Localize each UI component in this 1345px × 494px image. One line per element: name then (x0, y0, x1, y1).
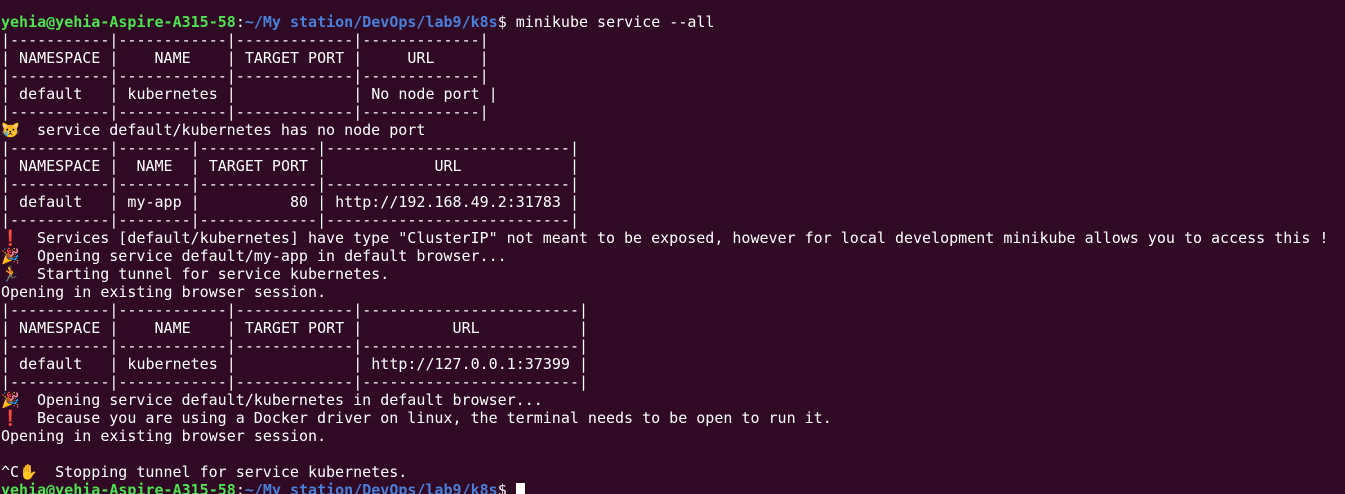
table-1-border-bottom: |-----------|------------|-------------|… (1, 103, 489, 121)
prompt-line[interactable]: yehia@yehia-Aspire-A315-58:~/My station/… (1, 481, 1328, 494)
message-text: Starting tunnel for service kubernetes. (28, 265, 390, 283)
table-2-row: | default | my-app | 80 | http://192.168… (1, 193, 579, 211)
command-text: minikube service --all (506, 13, 715, 31)
message-line: 😿 service default/kubernetes has no node… (1, 121, 1328, 139)
table-3-border-top: |-----------|------------|-------------|… (1, 301, 588, 319)
table-1-border-top: |-----------|------------|-------------|… (1, 31, 489, 49)
message-line: ❗ Because you are using a Docker driver … (1, 409, 1328, 427)
prompt-user-host: yehia@yehia-Aspire-A315-58 (1, 481, 236, 494)
table-2-header: | NAMESPACE | NAME | TARGET PORT | URL | (1, 157, 579, 175)
raised-hand-icon: ✋ (19, 463, 38, 481)
table-3-row: | default | kubernetes | | http://127.0.… (1, 355, 588, 373)
table-3-header: | NAMESPACE | NAME | TARGET PORT | URL | (1, 319, 588, 337)
prompt-line: yehia@yehia-Aspire-A315-58:~/My station/… (1, 13, 715, 31)
party-popper-icon: 🎉 (1, 391, 20, 409)
prompt-symbol: $ (497, 481, 507, 494)
table-2-border-top: |-----------|--------|-------------|----… (1, 139, 579, 157)
message-line: 🎉 Opening service default/kubernetes in … (1, 391, 1328, 409)
table-1-header: | NAMESPACE | NAME | TARGET PORT | URL | (1, 49, 489, 67)
message-line: 🏃 Starting tunnel for service kubernetes… (1, 265, 1328, 283)
ctrl-c-text: ^C (1, 463, 20, 481)
exclamation-icon: ❗ (1, 229, 20, 247)
table-1-border-mid: |-----------|------------|-------------|… (1, 67, 489, 85)
message-text: service default/kubernetes has no node p… (28, 121, 426, 139)
prompt-path: ~/My station/DevOps/lab9/k8s (244, 13, 498, 31)
party-popper-icon: 🎉 (1, 247, 20, 265)
message-line: Opening in existing browser session. (1, 283, 327, 301)
table-1-row: | default | kubernetes | | No node port … (1, 85, 498, 103)
table-3-border-mid: |-----------|------------|-------------|… (1, 337, 588, 355)
message-line: ^C✋ Stopping tunnel for service kubernet… (1, 463, 1328, 481)
message-line: 🎉 Opening service default/my-app in defa… (1, 247, 1328, 265)
prompt-user-host: yehia@yehia-Aspire-A315-58 (1, 13, 236, 31)
message-line: ❗ Services [default/kubernetes] have typ… (1, 229, 1328, 247)
crying-cat-icon: 😿 (1, 121, 20, 139)
message-text: Stopping tunnel for service kubernetes. (46, 463, 408, 481)
exclamation-icon: ❗ (1, 409, 20, 427)
table-2-border-mid: |-----------|--------|-------------|----… (1, 175, 579, 193)
table-2-border-bottom: |-----------|--------|-------------|----… (1, 211, 579, 229)
prompt-symbol: $ (497, 13, 507, 31)
message-text: Opening service default/kubernetes in de… (28, 391, 543, 409)
message-text: Because you are using a Docker driver on… (28, 409, 832, 427)
text-cursor[interactable] (515, 483, 525, 494)
runner-icon: 🏃 (1, 265, 20, 283)
table-3-border-bottom: |-----------|------------|-------------|… (1, 373, 588, 391)
terminal-window[interactable]: yehia@yehia-Aspire-A315-58:~/My station/… (0, 0, 1345, 494)
terminal-output: yehia@yehia-Aspire-A315-58:~/My station/… (1, 13, 1328, 494)
prompt-path: ~/My station/DevOps/lab9/k8s (244, 481, 498, 494)
message-line: Opening in existing browser session. (1, 427, 327, 445)
message-text: Services [default/kubernetes] have type … (28, 229, 1329, 247)
message-text: Opening service default/my-app in defaul… (28, 247, 507, 265)
